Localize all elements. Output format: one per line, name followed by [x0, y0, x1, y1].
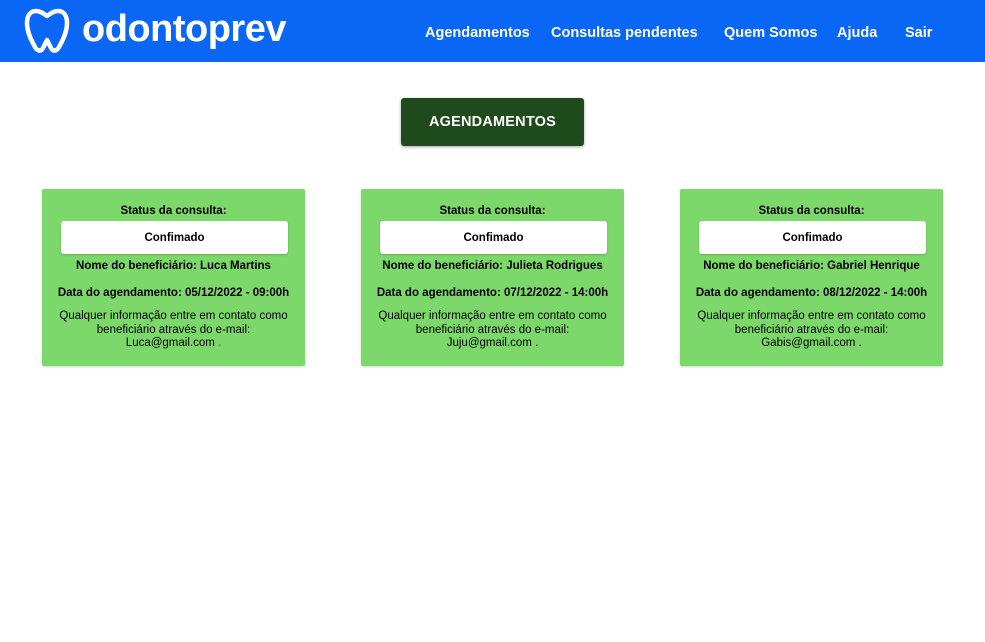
- contact-info: Qualquer informação entre em contato com…: [686, 310, 937, 351]
- brand-logo[interactable]: odontoprev: [24, 6, 286, 56]
- appointment-card: Status da consulta: Confimado Nome do be…: [42, 189, 305, 366]
- top-navbar: odontoprev Agendamentos Consultas penden…: [0, 0, 985, 62]
- appointment-date: Data do agendamento: 08/12/2022 - 14:00h: [695, 287, 928, 299]
- beneficiary-name: Nome do beneficiário: Gabriel Henrique: [703, 260, 920, 272]
- appointment-card: Status da consulta: Confimado Nome do be…: [361, 189, 624, 366]
- appointment-card: Status da consulta: Confimado Nome do be…: [680, 189, 943, 366]
- nav-sair[interactable]: Sair: [905, 24, 932, 42]
- contact-text: Qualquer informação entre em contato com…: [59, 310, 288, 336]
- contact-info: Qualquer informação entre em contato com…: [48, 310, 299, 351]
- contact-info: Qualquer informação entre em contato com…: [367, 310, 618, 351]
- nav-agendamentos[interactable]: Agendamentos: [425, 24, 530, 42]
- nav-quem-somos[interactable]: Quem Somos: [724, 24, 817, 42]
- status-label: Status da consulta:: [439, 205, 546, 217]
- appointment-date: Data do agendamento: 07/12/2022 - 14:00h: [376, 287, 609, 299]
- agendamentos-button[interactable]: AGENDAMENTOS: [401, 98, 584, 146]
- beneficiary-name: Nome do beneficiário: Luca Martins: [76, 260, 271, 272]
- contact-text: Qualquer informação entre em contato com…: [697, 310, 926, 336]
- tooth-icon: [24, 7, 70, 55]
- appointment-date: Data do agendamento: 05/12/2022 - 09:00h: [57, 287, 290, 299]
- contact-email: Gabis@gmail.com .: [761, 337, 862, 349]
- contact-email: Luca@gmail.com .: [125, 337, 222, 349]
- contact-text: Qualquer informação entre em contato com…: [378, 310, 607, 336]
- nav-consultas-pendentes[interactable]: Consultas pendentes: [551, 24, 698, 42]
- status-badge: Confimado: [61, 221, 288, 254]
- brand-name: odontoprev: [82, 8, 286, 50]
- status-label: Status da consulta:: [758, 205, 865, 217]
- status-badge: Confimado: [699, 221, 926, 254]
- nav-ajuda[interactable]: Ajuda: [837, 24, 877, 42]
- beneficiary-name: Nome do beneficiário: Julieta Rodrigues: [382, 260, 603, 272]
- contact-email: Juju@gmail.com .: [446, 337, 539, 349]
- status-label: Status da consulta:: [120, 205, 227, 217]
- status-badge: Confimado: [380, 221, 607, 254]
